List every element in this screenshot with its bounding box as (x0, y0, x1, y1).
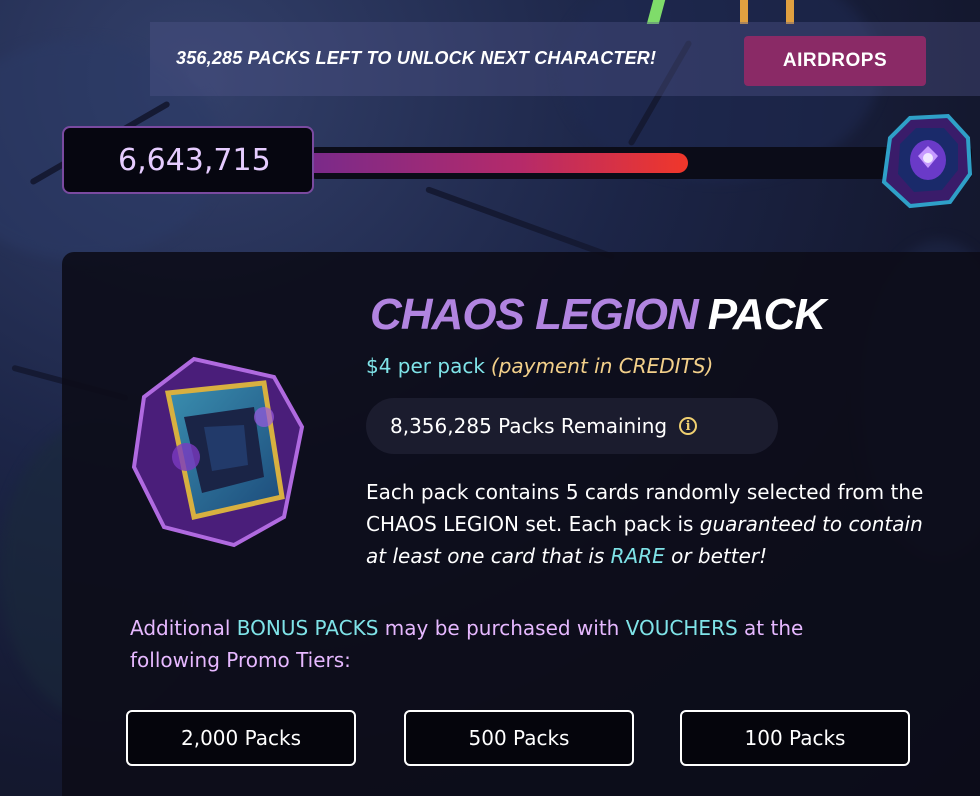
next-character-badge-icon (881, 113, 973, 209)
bonus-text-1: Additional (130, 616, 237, 640)
packs-remaining-pill: 8,356,285 Packs Remaining i (366, 398, 778, 454)
pack-description: Each pack contains 5 cards randomly sele… (366, 476, 926, 572)
bonus-text-2: may be purchased with (378, 616, 626, 640)
chaos-legion-pack-icon (131, 356, 305, 548)
payment-note: (payment in CREDITS) (490, 354, 714, 378)
pack-title: CHAOS LEGION PACK (370, 290, 826, 340)
pack-title-word: PACK (707, 290, 826, 339)
packs-sold-counter: 6,643,715 (62, 126, 314, 194)
pack-price: $4 per pack (payment in CREDITS) (366, 354, 713, 378)
sales-progress: 6,643,715 (62, 113, 980, 209)
promo-tier-button[interactable]: 500 Packs (404, 710, 634, 766)
packs-remaining-text: 8,356,285 Packs Remaining (390, 414, 668, 438)
progress-fill (312, 153, 689, 173)
rarity-rare: RARE (610, 544, 665, 568)
bonus-packs-highlight: BONUS PACKS (236, 616, 379, 640)
unlock-message: 356,285 PACKS LEFT TO UNLOCK NEXT CHARAC… (176, 48, 657, 68)
pack-title-set: CHAOS LEGION (370, 290, 699, 339)
price-amount: $4 per pack (366, 354, 485, 378)
airdrops-button[interactable]: AIRDROPS (744, 36, 926, 86)
promo-tier-button[interactable]: 100 Packs (680, 710, 910, 766)
description-text-3: or better! (664, 544, 768, 568)
vouchers-highlight: VOUCHERS (625, 616, 738, 640)
pack-panel: CHAOS LEGION PACK $4 per pack (payment in … (62, 252, 980, 796)
info-icon[interactable]: i (679, 417, 698, 435)
unlock-banner: 356,285 PACKS LEFT TO UNLOCK NEXT CHARAC… (150, 22, 980, 96)
promo-tier-button[interactable]: 2,000 Packs (126, 710, 356, 766)
bonus-packs-info: Additional BONUS PACKS may be purchased … (130, 612, 890, 676)
